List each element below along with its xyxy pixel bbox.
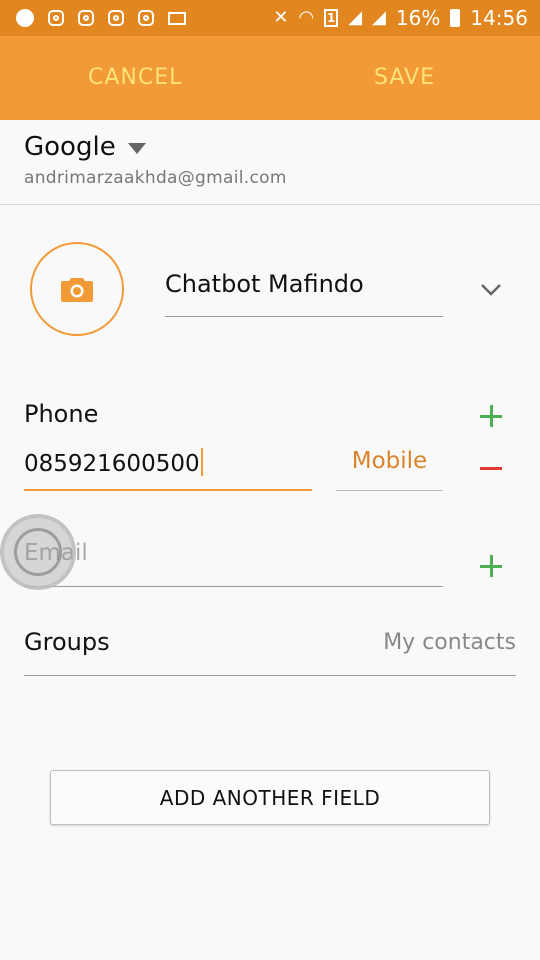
account-selector[interactable]: Google andrimarzaakhda@gmail.com <box>24 132 524 188</box>
contact-name-field[interactable]: Chatbot Mafindo <box>165 270 443 317</box>
app-bar: CANCEL SAVE <box>0 36 540 120</box>
instagram-icon <box>138 10 154 26</box>
camera-icon <box>61 278 93 302</box>
remove-phone-icon[interactable] <box>480 467 502 470</box>
account-email: andrimarzaakhda@gmail.com <box>24 168 287 188</box>
cancel-button[interactable]: CANCEL <box>88 36 182 120</box>
add-phone-icon[interactable] <box>480 405 502 427</box>
chevron-down-icon[interactable] <box>480 283 502 297</box>
battery-percent: 16% <box>395 6 441 30</box>
status-bar: ✕ ◠ 1 ◢ ◢ 16% 14:56 <box>0 0 540 36</box>
phone-label: Phone <box>24 400 99 428</box>
phone-number-value: 085921600500 <box>24 451 200 477</box>
contact-photo-button[interactable] <box>30 242 124 336</box>
mail-icon <box>168 11 186 25</box>
clock: 14:56 <box>470 6 528 30</box>
phone-number-input[interactable]: 085921600500 <box>24 448 312 491</box>
wifi-icon: ◠ <box>298 7 315 28</box>
vibrate-mute-icon: ✕ <box>273 7 289 28</box>
instagram-icon <box>108 10 124 26</box>
groups-label: Groups <box>24 628 110 656</box>
text-cursor <box>200 448 203 476</box>
account-name: Google <box>24 132 116 162</box>
touch-indicator <box>0 514 76 590</box>
dropdown-caret-icon <box>127 142 146 154</box>
groups-row[interactable]: Groups My contacts <box>24 628 516 676</box>
battery-icon <box>450 9 461 27</box>
signal-icon: ◢ <box>372 7 386 28</box>
divider <box>0 204 540 205</box>
groups-value: My contacts <box>383 630 516 655</box>
save-button[interactable]: SAVE <box>374 36 435 120</box>
signal-icon: ◢ <box>348 7 363 28</box>
instagram-icon <box>78 10 94 26</box>
instagram-icon <box>48 10 64 26</box>
sim-icon: 1 <box>324 9 339 27</box>
add-email-icon[interactable] <box>480 555 502 577</box>
email-input[interactable]: Email <box>24 540 443 587</box>
notification-dot-icon <box>16 9 34 27</box>
phone-type-selector[interactable]: Mobile <box>336 448 443 491</box>
add-another-field-button[interactable]: ADD ANOTHER FIELD <box>50 770 490 825</box>
